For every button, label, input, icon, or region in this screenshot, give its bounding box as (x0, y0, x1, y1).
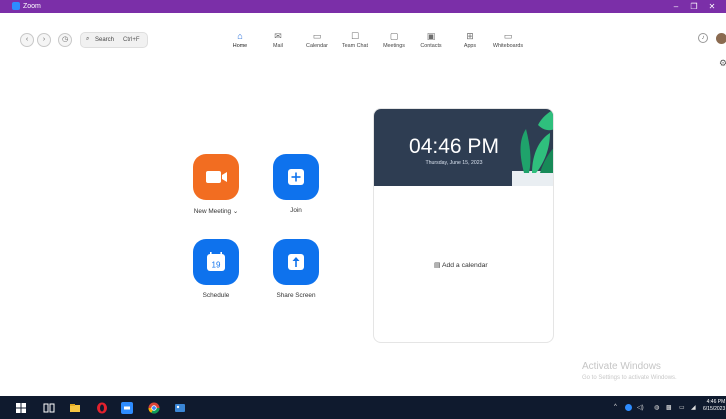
window-title: Zoom (23, 3, 41, 10)
activate-windows-subtitle: Go to Settings to activate Windows. (582, 375, 677, 381)
chat-icon: ☐ (350, 31, 360, 41)
tab-label: Team Chat (341, 43, 369, 49)
tab-label: Meetings (383, 43, 405, 49)
video-camera-icon (206, 171, 227, 183)
whiteboard-icon: ▭ (503, 31, 513, 41)
new-meeting-label[interactable]: New Meeting ⌄ (176, 207, 256, 215)
top-toolbar: ‹ › ◷ ⌕ Search Ctrl+F ⌂ Home ✉ Mail ▭ Ca… (0, 13, 726, 55)
share-screen-label[interactable]: Share Screen (256, 292, 336, 299)
share-arrow-icon (288, 254, 304, 270)
windows-start-icon[interactable] (15, 402, 27, 414)
minimize-button[interactable]: – (668, 0, 684, 13)
apps-icon: ⊞ (466, 31, 474, 41)
app-tray-icon[interactable]: ▩ (666, 404, 672, 411)
zoom-tray-icon[interactable] (625, 404, 632, 413)
tab-calendar[interactable]: ▭ Calendar (301, 29, 333, 55)
contacts-icon: ▣ (426, 31, 436, 41)
tab-apps[interactable]: ⊞ Apps (458, 29, 482, 55)
network-icon[interactable]: ◍ (654, 404, 659, 411)
tab-label: Calendar (306, 43, 328, 49)
clock-time: 4:46 PM (706, 399, 726, 405)
tab-label: Whiteboards (492, 43, 524, 49)
plus-icon (288, 169, 304, 185)
tab-label: Mail (273, 43, 283, 49)
calendar-card: 04:46 PM Thursday, June 15, 2023 ▤ Add a… (373, 108, 554, 343)
chevron-down-icon[interactable]: ⌄ (233, 208, 238, 215)
show-hidden-icons-icon[interactable]: ^ (614, 404, 617, 410)
add-calendar-link[interactable]: ▤ Add a calendar (434, 261, 488, 269)
schedule-button[interactable]: 19 (193, 239, 239, 285)
tab-label: Contacts (420, 43, 442, 49)
tab-label: Apps (463, 43, 477, 49)
volume-icon[interactable]: ◁) (637, 404, 644, 411)
tab-meetings[interactable]: ▢ Meetings (378, 29, 410, 55)
calendar-add-icon: ▤ (434, 262, 441, 269)
mail-icon: ✉ (274, 31, 282, 41)
schedule-label[interactable]: Schedule (176, 292, 256, 299)
tab-mail[interactable]: ✉ Mail (266, 29, 290, 55)
join-button[interactable] (273, 154, 319, 200)
calendar-header: 04:46 PM Thursday, June 15, 2023 (374, 109, 553, 186)
tab-home[interactable]: ⌂ Home (226, 29, 254, 55)
task-view-icon[interactable] (43, 402, 55, 414)
add-calendar-label: Add a calendar (441, 262, 488, 269)
share-screen-button[interactable] (273, 239, 319, 285)
taskbar-clock[interactable]: 4:46 PM 6/15/2023 (703, 399, 725, 413)
schedule-calendar-icon: 19 (207, 252, 225, 271)
new-meeting-button[interactable] (193, 154, 239, 200)
zoom-window: Zoom – ❐ ✕ ‹ › ◷ ⌕ Search Ctrl+F ⌂ Home … (0, 0, 726, 396)
activate-windows-title: Activate Windows (582, 361, 661, 372)
file-explorer-icon[interactable] (69, 402, 81, 414)
avatar[interactable] (716, 33, 726, 44)
close-button[interactable]: ✕ (704, 0, 720, 13)
battery-icon[interactable]: ▭ (679, 404, 685, 411)
search-box[interactable]: ⌕ Search Ctrl+F (80, 32, 148, 48)
forward-button[interactable]: › (37, 33, 51, 47)
search-shortcut: Ctrl+F (123, 37, 140, 43)
photos-app-icon[interactable] (174, 402, 186, 414)
home-icon: ⌂ (237, 31, 243, 41)
zoom-logo-icon (12, 2, 20, 10)
history-button[interactable]: ◷ (58, 33, 72, 47)
back-button[interactable]: ‹ (20, 33, 34, 47)
current-date: Thursday, June 15, 2023 (425, 160, 483, 166)
notifications-bell-icon[interactable]: ♪ (698, 33, 708, 43)
search-icon: ⌕ (86, 36, 90, 42)
calendar-icon: ▭ (312, 31, 322, 41)
title-bar: Zoom – ❐ ✕ (0, 0, 726, 13)
search-label: Search (95, 37, 115, 43)
wifi-icon[interactable]: ◢ (691, 404, 696, 411)
current-time: 04:46 PM (409, 135, 499, 158)
maximize-button[interactable]: ❐ (686, 0, 702, 13)
tab-contacts[interactable]: ▣ Contacts (416, 29, 446, 55)
join-label[interactable]: Join (256, 207, 336, 214)
meetings-icon: ▢ (389, 31, 399, 41)
settings-gear-icon[interactable]: ⚙ (719, 58, 726, 69)
opera-browser-icon[interactable] (96, 402, 108, 414)
tab-whiteboards[interactable]: ▭ Whiteboards (488, 29, 528, 55)
taskbar: ^ ◁) ◍ ▩ ▭ ◢ 4:46 PM 6/15/2023 (0, 396, 726, 419)
clock-date: 6/15/2023 (703, 406, 726, 412)
tab-label: Home (232, 43, 248, 49)
tab-team-chat[interactable]: ☐ Team Chat (338, 29, 372, 55)
schedule-day-number: 19 (212, 261, 221, 270)
zoom-taskbar-icon[interactable] (121, 402, 133, 414)
chrome-browser-icon[interactable] (148, 402, 160, 414)
